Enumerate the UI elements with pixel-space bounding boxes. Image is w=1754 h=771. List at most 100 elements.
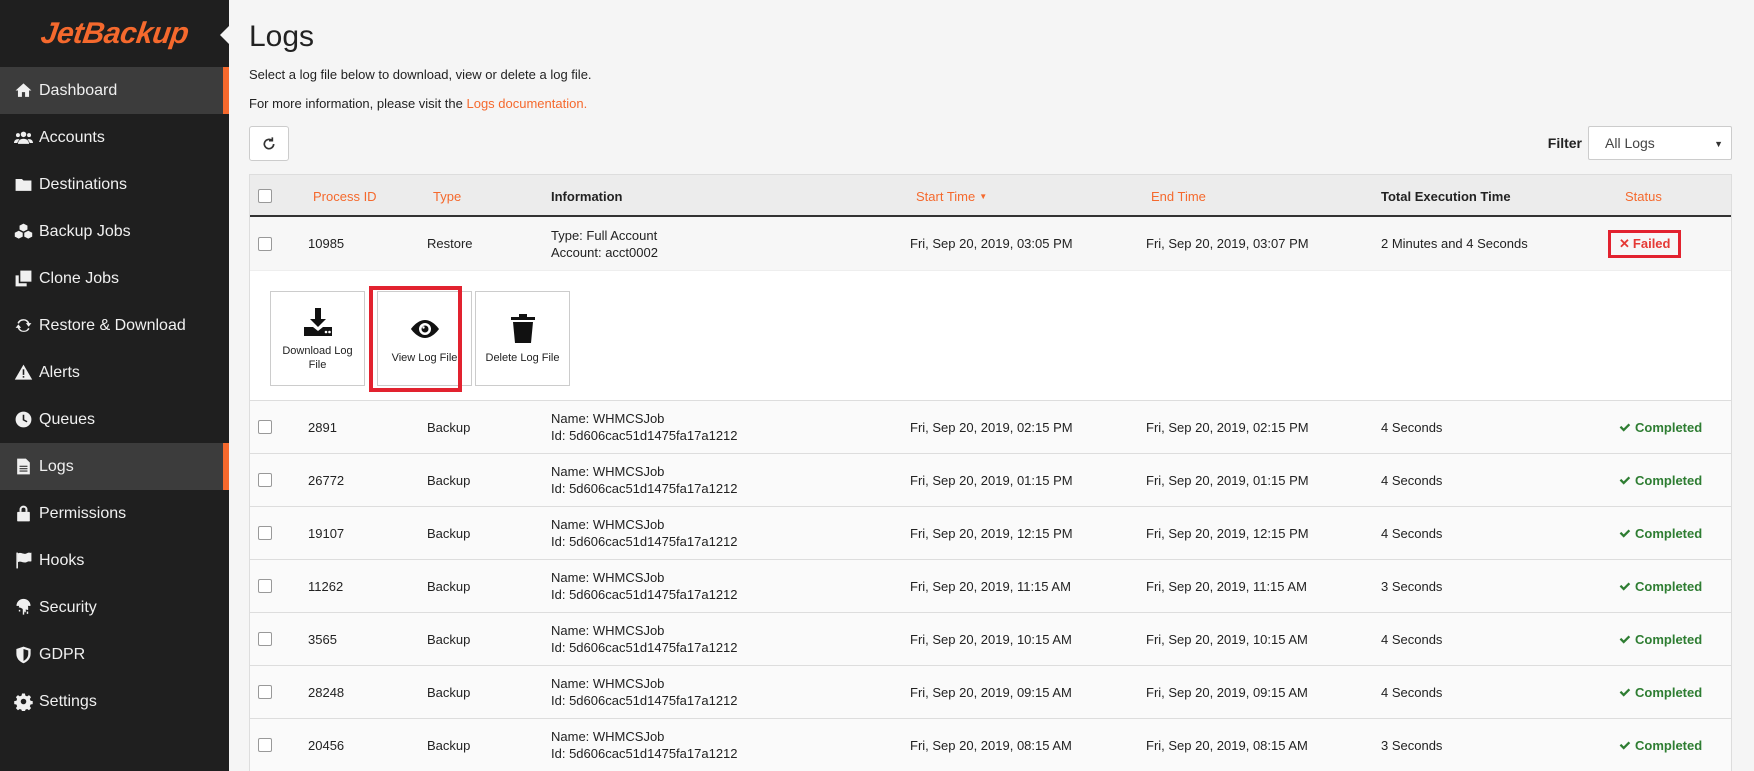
row-checkbox[interactable] bbox=[258, 738, 272, 752]
type-cell: Backup bbox=[427, 631, 471, 647]
page-description: Select a log file below to download, vie… bbox=[249, 67, 592, 82]
row-checkbox[interactable] bbox=[258, 473, 272, 487]
sidebar-item-logs[interactable]: Logs bbox=[0, 443, 229, 490]
status-label: Completed bbox=[1635, 472, 1703, 488]
column-status[interactable]: Status bbox=[1625, 175, 1662, 217]
column-process-id[interactable]: Process ID bbox=[313, 175, 377, 217]
sidebar-item-security[interactable]: Security bbox=[0, 584, 229, 631]
status-cell: Completed bbox=[1618, 666, 1702, 718]
table-row[interactable]: 20456 Backup Name: WHMCSJob Id: 5d606cac5… bbox=[250, 718, 1731, 771]
check-icon bbox=[1619, 422, 1631, 432]
row-checkbox[interactable] bbox=[258, 579, 272, 593]
start-time-cell: Fri, Sep 20, 2019, 12:15 PM bbox=[910, 525, 1073, 541]
delete-log-button[interactable]: Delete Log File bbox=[475, 291, 570, 386]
sidebar-item-label: Hooks bbox=[39, 551, 85, 569]
info-line-1: Name: WHMCSJob bbox=[551, 570, 665, 585]
sidebar-item-label: Alerts bbox=[39, 363, 80, 381]
sidebar-item-label: Destinations bbox=[39, 175, 128, 193]
start-time-cell: Fri, Sep 20, 2019, 01:15 PM bbox=[910, 472, 1073, 488]
row-checkbox-cell bbox=[258, 719, 272, 771]
type-cell: Backup bbox=[427, 578, 471, 594]
table-row[interactable]: 28248 Backup Name: WHMCSJob Id: 5d606cac5… bbox=[250, 665, 1731, 718]
type-cell: Restore bbox=[427, 236, 473, 251]
table-row[interactable]: 3565 Backup Name: WHMCSJob Id: 5d606cac51… bbox=[250, 612, 1731, 665]
sidebar-item-label: Logs bbox=[39, 457, 74, 475]
info-line-2: Id: 5d606cac51d1475fa17a1212 bbox=[551, 746, 738, 761]
brand-logo[interactable]: JetBackup bbox=[0, 0, 230, 67]
process-id-cell: 28248 bbox=[308, 684, 345, 700]
info-line-2: Id: 5d606cac51d1475fa17a1212 bbox=[551, 428, 738, 443]
filter-select[interactable]: All Logs ▼ bbox=[1588, 126, 1732, 160]
process-id-cell: 26772 bbox=[308, 472, 345, 488]
log-actions-panel: Download Log File View Log File Delete L… bbox=[250, 270, 1731, 400]
process-id-cell: 19107 bbox=[308, 525, 345, 541]
row-checkbox[interactable] bbox=[258, 420, 272, 434]
end-time-cell: Fri, Sep 20, 2019, 02:15 PM bbox=[1146, 419, 1309, 435]
process-id-cell: 20456 bbox=[308, 737, 345, 753]
refresh-button[interactable] bbox=[249, 126, 289, 161]
sidebar-item-queues[interactable]: Queues bbox=[0, 396, 229, 443]
sidebar-collapse-caret-icon bbox=[220, 25, 230, 45]
type-cell: Backup bbox=[427, 472, 471, 488]
sidebar-item-label: Restore & Download bbox=[39, 316, 186, 334]
information-cell: Name: WHMCSJob Id: 5d606cac51d1475fa17a12… bbox=[551, 719, 738, 771]
trash-icon bbox=[510, 313, 535, 343]
sidebar-item-accounts[interactable]: Accounts bbox=[0, 114, 229, 161]
info-line-2: Account: acct0002 bbox=[551, 244, 658, 260]
select-all-checkbox[interactable] bbox=[258, 189, 272, 203]
column-start-time[interactable]: Start Time ▼ bbox=[916, 175, 987, 217]
column-end-time[interactable]: End Time bbox=[1151, 175, 1206, 217]
end-time-cell: Fri, Sep 20, 2019, 03:07 PM bbox=[1146, 236, 1309, 251]
sidebar-item-alerts[interactable]: Alerts bbox=[0, 349, 229, 396]
table-row[interactable]: 26772 Backup Name: WHMCSJob Id: 5d606cac5… bbox=[250, 453, 1731, 506]
logs-documentation-link[interactable]: Logs documentation. bbox=[466, 96, 587, 111]
status-cell: Completed bbox=[1618, 560, 1702, 612]
filter-selected-value: All Logs bbox=[1605, 135, 1655, 151]
status-cell: ✕ Failed bbox=[1608, 217, 1682, 270]
filter-label: Filter bbox=[1547, 135, 1582, 151]
check-icon bbox=[1619, 581, 1631, 591]
row-checkbox[interactable] bbox=[258, 685, 272, 699]
status-badge[interactable]: ✕ Failed bbox=[1608, 229, 1682, 258]
info-line-2: Id: 5d606cac51d1475fa17a1212 bbox=[551, 481, 738, 496]
sidebar-item-permissions[interactable]: Permissions bbox=[0, 490, 229, 537]
view-log-button[interactable]: View Log File bbox=[377, 291, 472, 386]
home-icon bbox=[13, 81, 33, 101]
start-time-cell: Fri, Sep 20, 2019, 02:15 PM bbox=[910, 419, 1073, 435]
row-checkbox-cell bbox=[258, 560, 272, 612]
status-badge: Completed bbox=[1618, 473, 1702, 488]
sidebar-item-restore-download[interactable]: Restore & Download bbox=[0, 302, 229, 349]
sidebar-item-settings[interactable]: Settings bbox=[0, 678, 229, 725]
sidebar-item-backup-jobs[interactable]: Backup Jobs bbox=[0, 208, 229, 255]
process-id-cell: 2891 bbox=[308, 419, 337, 435]
status-failed-label: Failed bbox=[1632, 236, 1671, 251]
table-header: Process ID Type Information Start Time ▼ … bbox=[250, 175, 1731, 217]
caret-down-icon: ▼ bbox=[1714, 139, 1723, 149]
sidebar-item-clone-jobs[interactable]: Clone Jobs bbox=[0, 255, 229, 302]
process-id-cell: 10985 bbox=[308, 236, 345, 251]
column-type[interactable]: Type bbox=[433, 175, 461, 217]
info-line-2: Id: 5d606cac51d1475fa17a1212 bbox=[551, 693, 738, 708]
table-row[interactable]: 11262 Backup Name: WHMCSJob Id: 5d606cac5… bbox=[250, 559, 1731, 612]
sidebar-item-label: Queues bbox=[39, 410, 96, 428]
table-row[interactable]: 10985 Restore Type: Full Account Account:… bbox=[250, 217, 1731, 270]
execution-time-cell: 3 Seconds bbox=[1381, 737, 1443, 753]
start-time-cell: Fri, Sep 20, 2019, 03:05 PM bbox=[910, 236, 1073, 251]
sidebar-item-dashboard[interactable]: Dashboard bbox=[0, 67, 229, 114]
row-checkbox[interactable] bbox=[258, 526, 272, 540]
table-row[interactable]: 2891 Backup Name: WHMCSJob Id: 5d606cac51… bbox=[250, 400, 1731, 453]
sidebar-item-hooks[interactable]: Hooks bbox=[0, 537, 229, 584]
download-log-button[interactable]: Download Log File bbox=[270, 291, 365, 386]
info-line-1: Name: WHMCSJob bbox=[551, 464, 665, 479]
sidebar-item-destinations[interactable]: Destinations bbox=[0, 161, 229, 208]
row-checkbox[interactable] bbox=[258, 236, 272, 251]
flag-icon bbox=[13, 551, 33, 571]
sidebar-item-gdpr[interactable]: GDPR bbox=[0, 631, 229, 678]
toolbar: Filter All Logs ▼ bbox=[249, 126, 1732, 162]
status-label: Completed bbox=[1635, 525, 1703, 541]
row-checkbox[interactable] bbox=[258, 632, 272, 646]
clock-icon bbox=[13, 410, 33, 430]
table-row[interactable]: 19107 Backup Name: WHMCSJob Id: 5d606cac5… bbox=[250, 506, 1731, 559]
type-cell: Backup bbox=[427, 737, 471, 753]
end-time-cell: Fri, Sep 20, 2019, 08:15 AM bbox=[1146, 737, 1308, 753]
